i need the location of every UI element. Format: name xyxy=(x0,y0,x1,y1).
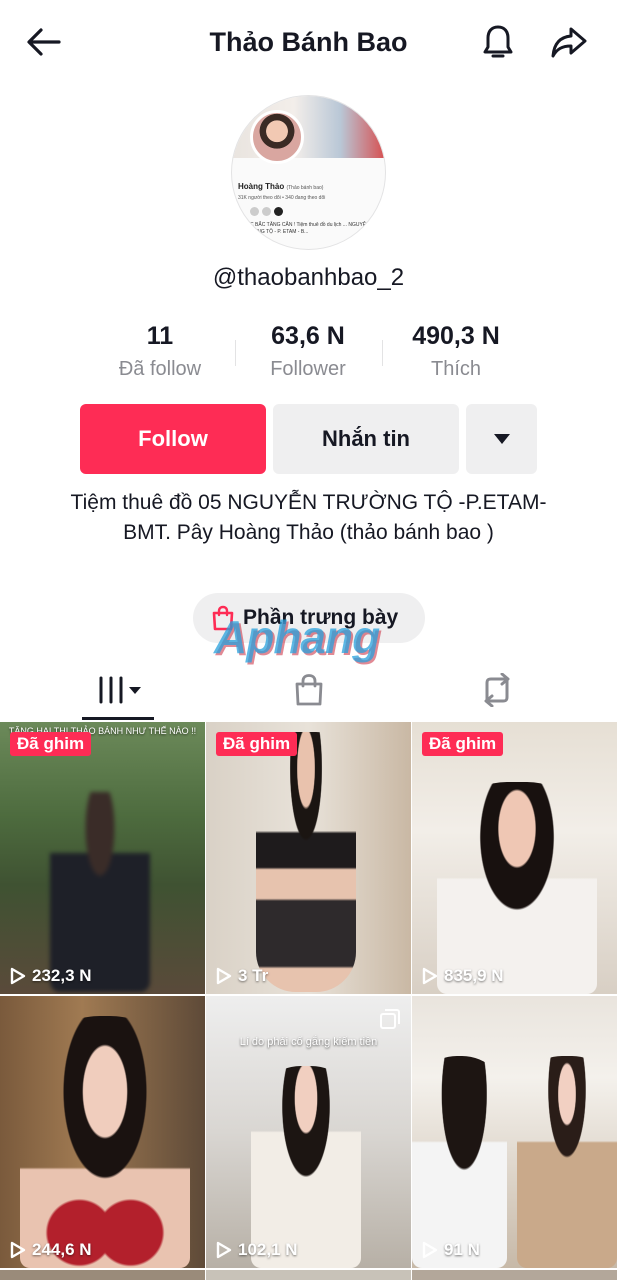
photo-carousel-icon xyxy=(380,1009,400,1029)
avatar-stats: 31K người theo dõi • 340 đang theo dõi xyxy=(238,195,326,201)
view-count: 244,6 N xyxy=(10,1240,92,1260)
view-count: 91 N xyxy=(422,1240,480,1260)
avatar-dots xyxy=(250,207,283,216)
view-count: 232,3 N xyxy=(10,966,92,986)
more-options-button[interactable] xyxy=(466,404,537,474)
avatar-name: Hoàng Thảo (Thảo bánh bao) xyxy=(238,182,324,191)
video-thumbnail[interactable]: 91 N xyxy=(412,996,617,1268)
view-count: 835,9 N xyxy=(422,966,504,986)
message-button[interactable]: Nhắn tin xyxy=(273,404,459,474)
stat-followers-value: 63,6 N xyxy=(271,322,345,350)
video-thumbnail[interactable]: 244,6 N xyxy=(0,996,205,1268)
bell-icon xyxy=(483,25,513,58)
repost-icon xyxy=(484,673,509,707)
showcase-button[interactable]: Phần trưng bày xyxy=(193,593,425,643)
play-icon xyxy=(10,967,26,985)
avatar-image: Hoàng Thảo (Thảo bánh bao) 31K người the… xyxy=(232,96,385,249)
pinned-badge: Đã ghim xyxy=(10,732,92,756)
video-thumbnail-image xyxy=(206,722,411,994)
top-bar: Thảo Bánh Bao xyxy=(0,0,617,84)
caret-down-icon xyxy=(493,434,510,444)
profile-stats: 11 Đã follow 63,6 N Follower 490,3 N Thí… xyxy=(70,320,550,390)
stat-likes[interactable]: 490,3 N Thích xyxy=(381,320,531,386)
share-arrow-icon xyxy=(551,27,587,58)
stat-following-label: Đã follow xyxy=(118,358,202,380)
shopping-bag-icon xyxy=(212,605,234,631)
arrow-left-icon xyxy=(27,28,61,56)
stat-likes-value: 490,3 N xyxy=(412,322,500,350)
play-icon xyxy=(10,1241,26,1259)
grid-bars-icon xyxy=(99,676,141,704)
pinned-badge: Đã ghim xyxy=(216,732,298,756)
stat-followers[interactable]: 63,6 N Follower xyxy=(233,320,383,386)
content-tabs xyxy=(0,660,617,720)
play-icon xyxy=(216,1241,232,1259)
play-icon xyxy=(422,967,438,985)
view-count: 3 Tr xyxy=(216,966,268,986)
stat-following-value: 11 xyxy=(146,322,174,350)
notification-bell-button[interactable] xyxy=(476,20,520,64)
stat-likes-label: Thích xyxy=(430,358,482,380)
active-tab-indicator xyxy=(82,717,154,720)
video-thumbnail[interactable]: Đã ghim 835,9 N xyxy=(412,722,617,994)
view-count: 102,1 N xyxy=(216,1240,298,1260)
video-thumbnail[interactable] xyxy=(206,1270,411,1280)
stat-followers-label: Follower xyxy=(270,358,346,380)
follow-button[interactable]: Follow xyxy=(80,404,266,474)
play-icon xyxy=(216,967,232,985)
shopping-bag-icon xyxy=(295,674,322,706)
video-thumbnail[interactable]: TĂNG HAI THI THẢO BÁNH NHƯ THẾ NÀO !! Đã… xyxy=(0,722,205,994)
video-thumbnail-image xyxy=(0,996,205,1268)
tab-reposts[interactable] xyxy=(394,660,599,720)
username-handle: @thaobanhbao_2 xyxy=(212,264,405,291)
video-thumbnail[interactable]: Đã ghim 3 Tr xyxy=(206,722,411,994)
video-thumbnail-image xyxy=(0,722,205,994)
video-thumbnail[interactable] xyxy=(0,1270,205,1280)
pinned-badge: Đã ghim xyxy=(422,732,504,756)
page-title: Thảo Bánh Bao xyxy=(209,27,408,57)
showcase-label: Phần trưng bày xyxy=(243,606,399,629)
avatar-photo xyxy=(250,110,304,164)
video-thumbnail[interactable] xyxy=(412,1270,617,1280)
video-caption: Lí do phải cố gắng kiếm tiền xyxy=(239,1036,378,1048)
profile-actions: Follow Nhắn tin xyxy=(80,404,537,474)
video-thumbnail[interactable]: Lí do phải cố gắng kiếm tiền 102,1 N xyxy=(206,996,411,1268)
avatar-bio: ...ỐC BẮC TĂNG CÂN ! Tiệm thuê đồ du lịc… xyxy=(242,222,370,235)
tab-videos[interactable] xyxy=(18,660,223,720)
play-icon xyxy=(422,1241,438,1259)
avatar[interactable]: Hoàng Thảo (Thảo bánh bao) 31K người the… xyxy=(231,95,386,250)
profile-bio: Tiệm thuê đồ 05 NGUYỄN TRƯỜNG TỘ -P.ETAM… xyxy=(70,491,547,544)
tab-shop[interactable] xyxy=(206,660,411,720)
video-thumbnail-image xyxy=(412,996,617,1268)
stat-following[interactable]: 11 Đã follow xyxy=(85,320,235,386)
back-button[interactable] xyxy=(22,22,66,62)
share-button[interactable] xyxy=(546,20,592,64)
video-thumbnail-image xyxy=(412,722,617,994)
